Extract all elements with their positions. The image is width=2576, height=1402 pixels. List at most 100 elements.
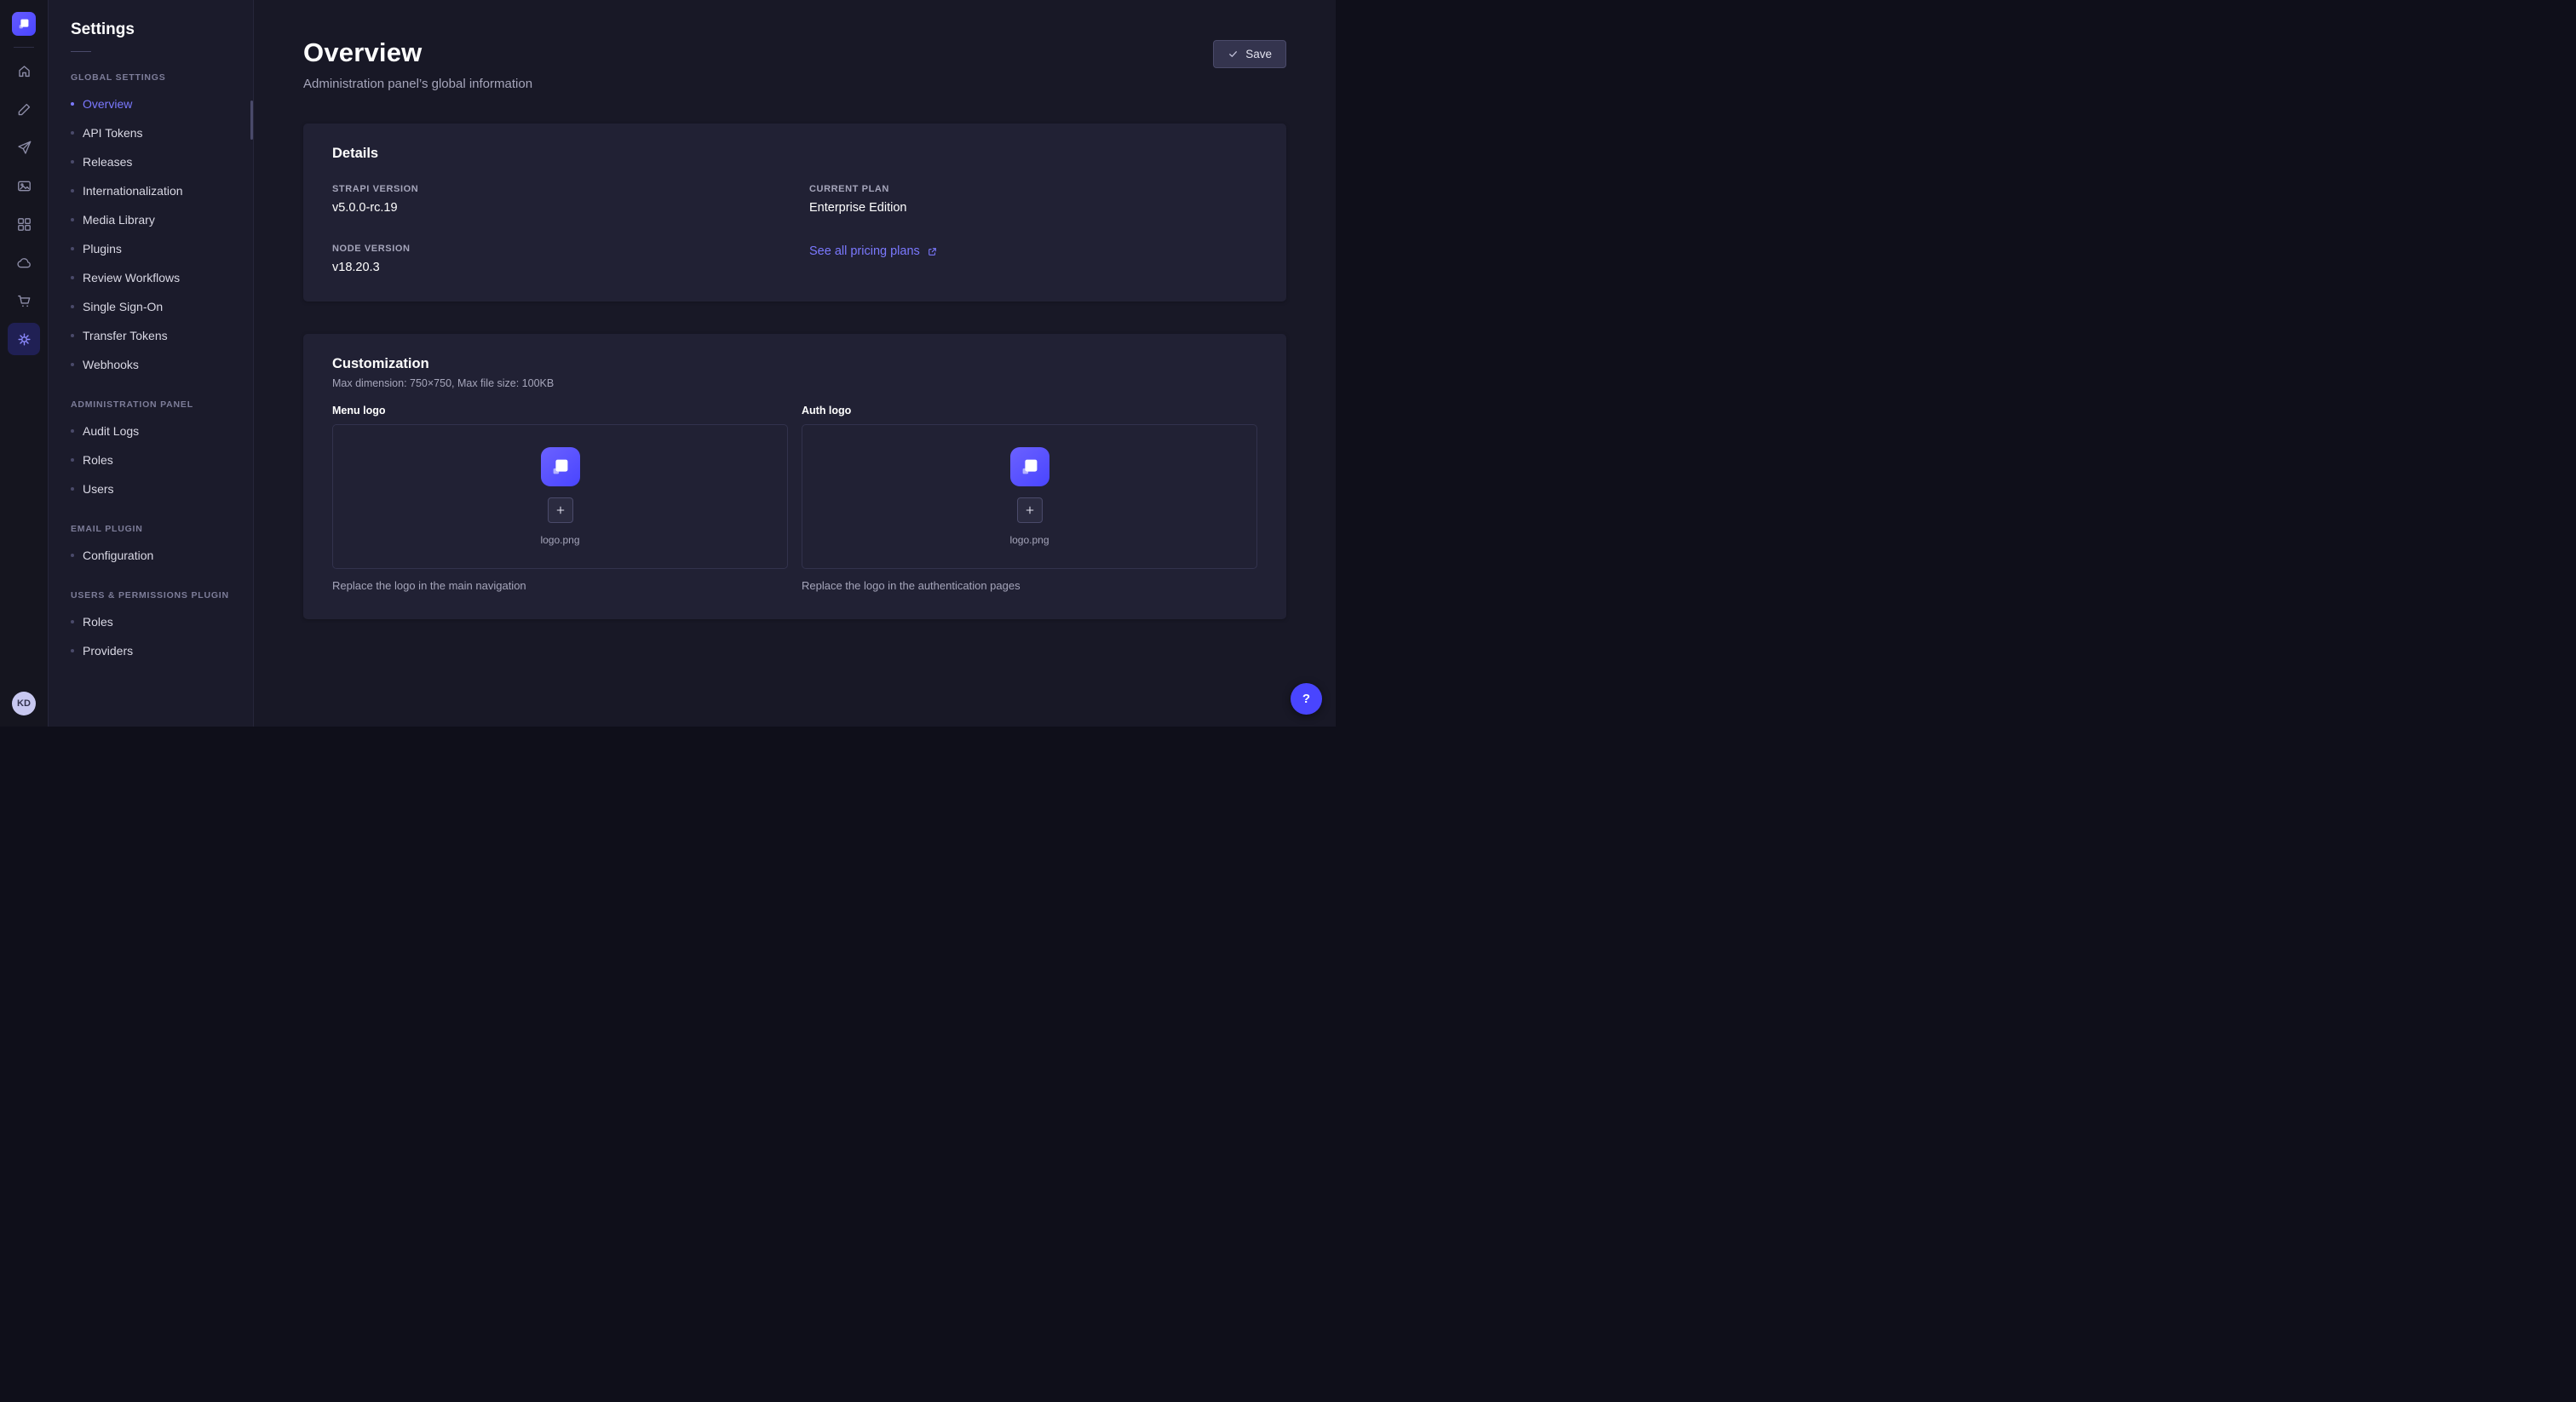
field-label: NODE VERSION [332, 244, 780, 254]
sidebar-item-label: Plugins [83, 242, 122, 256]
nav-media-library-button[interactable] [8, 170, 40, 202]
sidebar-item-up-providers[interactable]: Providers [49, 636, 253, 665]
main-nav-rail: KD [0, 0, 49, 727]
sidebar-item-label: Internationalization [83, 184, 183, 198]
home-icon [16, 63, 32, 79]
auth-logo-column: Auth logo logo [802, 405, 1257, 592]
sidebar-item-webhooks[interactable]: Webhooks [49, 350, 253, 379]
user-avatar[interactable]: KD [12, 692, 36, 715]
section-label: ADMINISTRATION PANEL [49, 399, 253, 410]
menu-logo-filename: logo.png [540, 534, 579, 546]
save-button[interactable]: Save [1213, 40, 1286, 68]
sidebar-item-plugins[interactable]: Plugins [49, 234, 253, 263]
menu-logo-dropzone[interactable]: logo.png [332, 424, 788, 569]
strapi-logo-mark [549, 455, 572, 479]
gear-icon [16, 331, 32, 348]
section-label: USERS & PERMISSIONS PLUGIN [49, 590, 253, 600]
sidebar-item-label: API Tokens [83, 126, 143, 140]
bullet [71, 649, 74, 652]
sidebar-item-audit-logs[interactable]: Audit Logs [49, 417, 253, 445]
sidebar-item-up-roles[interactable]: Roles [49, 607, 253, 636]
bullet [71, 554, 74, 557]
sidebar-item-single-sign-on[interactable]: Single Sign-On [49, 292, 253, 321]
field-label: CURRENT PLAN [809, 184, 1257, 194]
pricing-plans-link[interactable]: See all pricing plans [809, 244, 938, 258]
section-users-permissions-plugin: USERS & PERMISSIONS PLUGIN Roles Provide… [49, 590, 253, 665]
section-email-plugin: EMAIL PLUGIN Configuration [49, 524, 253, 570]
bullet [71, 160, 74, 164]
auth-logo-filename: logo.png [1009, 534, 1049, 546]
auth-logo-add-button[interactable] [1017, 497, 1043, 523]
nav-cloud-button[interactable] [8, 246, 40, 279]
current-plan-field: CURRENT PLAN Enterprise Edition [809, 184, 1257, 215]
sidebar-item-admin-users[interactable]: Users [49, 474, 253, 503]
plus-icon [555, 504, 566, 516]
sidebar-item-label: Roles [83, 615, 113, 629]
sidebar-item-media-library[interactable]: Media Library [49, 205, 253, 234]
nav-content-editor-button[interactable] [8, 93, 40, 125]
menu-logo-hint: Replace the logo in the main navigation [332, 579, 788, 592]
bullet [71, 189, 74, 192]
customization-card: Customization Max dimension: 750×750, Ma… [303, 334, 1286, 619]
strapi-logo[interactable] [12, 12, 36, 36]
nav-content-type-builder-button[interactable] [8, 208, 40, 240]
menu-logo-column: Menu logo logo [332, 405, 788, 592]
sidebar-item-transfer-tokens[interactable]: Transfer Tokens [49, 321, 253, 350]
sidebar-scrollbar-thumb[interactable] [250, 101, 253, 140]
nav-home-button[interactable] [8, 55, 40, 87]
sidebar-item-label: Users [83, 482, 114, 496]
cloud-icon [16, 255, 32, 271]
bullet [71, 131, 74, 135]
sidebar-item-label: Webhooks [83, 358, 139, 371]
auth-logo-preview [1010, 447, 1049, 486]
sidebar-item-email-configuration[interactable]: Configuration [49, 541, 253, 570]
bullet [71, 429, 74, 433]
bullet [71, 458, 74, 462]
bullet [71, 487, 74, 491]
nav-settings-button[interactable] [8, 323, 40, 355]
sidebar-item-label: Configuration [83, 549, 153, 562]
sidebar-item-label: Transfer Tokens [83, 329, 168, 342]
bullet [71, 276, 74, 279]
blocks-icon [16, 216, 32, 233]
section-global-settings: GLOBAL SETTINGS Overview API Tokens Rele… [49, 72, 253, 379]
main-content: Overview Administration panel’s global i… [254, 0, 1336, 727]
pencil-icon [16, 101, 32, 118]
auth-logo-dropzone[interactable]: logo.png [802, 424, 1257, 569]
auth-logo-hint: Replace the logo in the authentication p… [802, 579, 1257, 592]
sidebar-item-label: Releases [83, 155, 132, 169]
sidebar-item-label: Audit Logs [83, 424, 139, 438]
help-button[interactable]: ? [1291, 683, 1322, 715]
sidebar-title: Settings [49, 20, 253, 39]
plus-icon [1024, 504, 1036, 516]
menu-logo-preview [541, 447, 580, 486]
details-title: Details [332, 146, 1257, 162]
rail-divider [14, 47, 34, 48]
sidebar-item-internationalization[interactable]: Internationalization [49, 176, 253, 205]
sidebar-item-admin-roles[interactable]: Roles [49, 445, 253, 474]
node-version-field: NODE VERSION v18.20.3 [332, 244, 780, 274]
sidebar-item-label: Review Workflows [83, 271, 180, 284]
sidebar-item-releases[interactable]: Releases [49, 147, 253, 176]
customization-constraints: Max dimension: 750×750, Max file size: 1… [332, 377, 1257, 389]
save-button-label: Save [1245, 48, 1272, 60]
bullet [71, 620, 74, 623]
paper-plane-icon [16, 140, 32, 156]
strapi-logo-mark [16, 16, 32, 32]
field-value: v5.0.0-rc.19 [332, 201, 780, 215]
app-window: KD Settings GLOBAL SETTINGS Overview API… [0, 0, 1336, 727]
sidebar-item-label: Providers [83, 644, 133, 658]
sidebar-item-overview[interactable]: Overview [49, 89, 253, 118]
strapi-version-field: STRAPI VERSION v5.0.0-rc.19 [332, 184, 780, 215]
menu-logo-add-button[interactable] [548, 497, 573, 523]
strapi-logo-mark [1018, 455, 1042, 479]
sidebar-item-review-workflows[interactable]: Review Workflows [49, 263, 253, 292]
sidebar-item-label: Overview [83, 97, 132, 111]
nav-marketplace-button[interactable] [8, 284, 40, 317]
auth-logo-label: Auth logo [802, 405, 1257, 417]
sidebar-item-api-tokens[interactable]: API Tokens [49, 118, 253, 147]
check-icon [1228, 49, 1239, 60]
settings-sidebar: Settings GLOBAL SETTINGS Overview API To… [49, 0, 254, 727]
nav-deploy-button[interactable] [8, 131, 40, 164]
field-value: Enterprise Edition [809, 201, 1257, 215]
